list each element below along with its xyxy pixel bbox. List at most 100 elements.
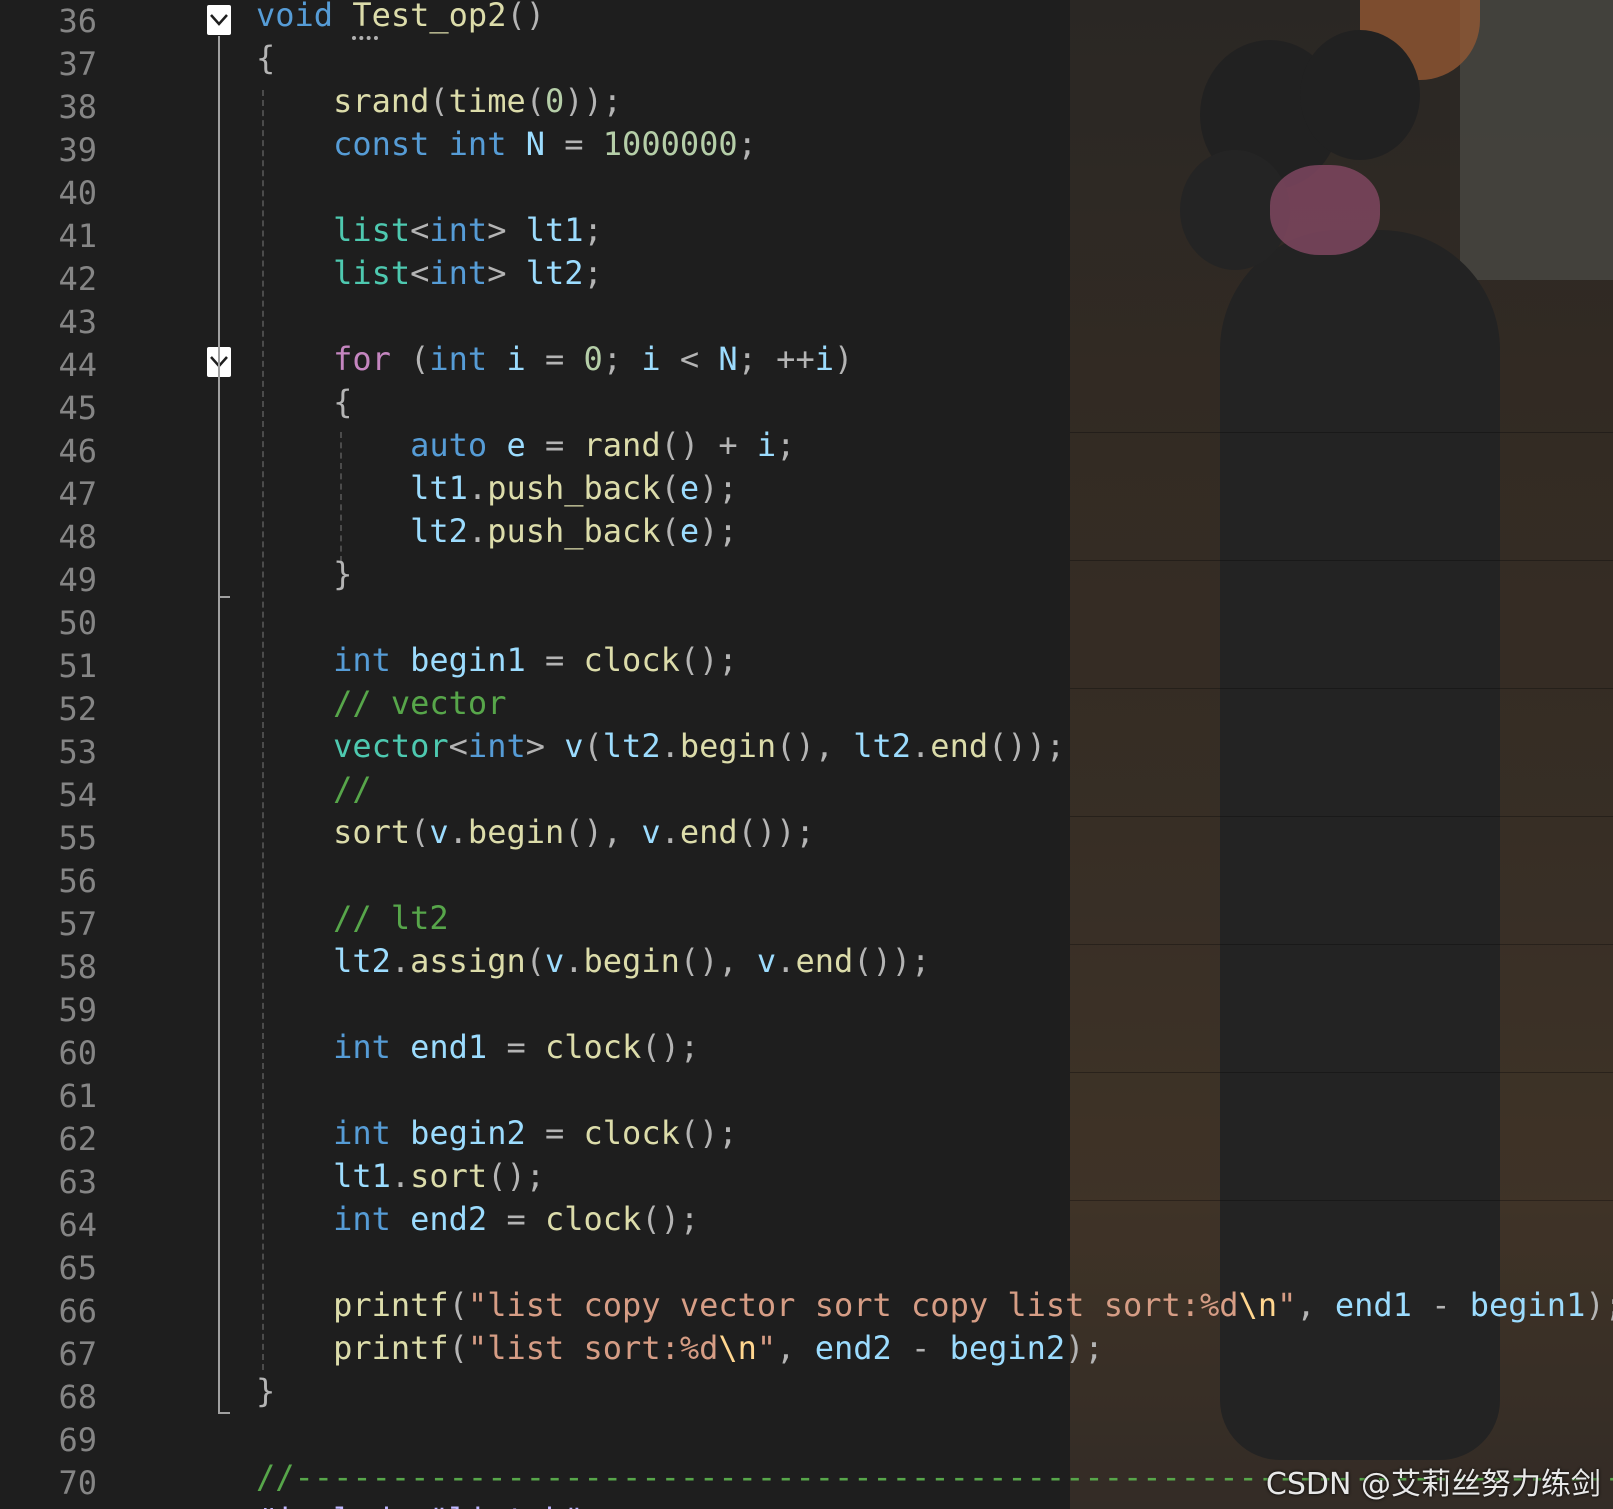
code-token: ; <box>737 340 757 378</box>
code-token: (), <box>679 942 738 980</box>
code-line[interactable]: int end2 = clock(); <box>256 1198 699 1241</box>
code-token: const <box>333 125 430 163</box>
code-token: v <box>641 813 661 851</box>
line-number: 38 <box>58 88 97 126</box>
code-line[interactable]: } <box>256 553 352 596</box>
code-token: < <box>410 211 430 249</box>
code-token: for <box>333 340 391 378</box>
code-line[interactable]: srand(time(0)); <box>256 80 622 123</box>
line-number: 50 <box>58 604 97 642</box>
line-number: 36 <box>58 2 97 40</box>
code-token: () <box>506 0 545 34</box>
code-token: . <box>467 469 488 507</box>
code-token: ; <box>583 211 603 249</box>
code-token: } <box>333 555 353 593</box>
code-token: > <box>487 211 507 249</box>
code-line[interactable]: lt1.push_back(e); <box>256 467 738 510</box>
code-token: printf <box>333 1286 449 1324</box>
line-number: 56 <box>58 862 97 900</box>
code-token: void <box>256 0 334 34</box>
code-token: 0 <box>544 82 565 120</box>
code-line[interactable]: int begin2 = clock(); <box>256 1112 738 1155</box>
code-token: ( <box>410 813 430 851</box>
code-line[interactable]: list<int> lt2; <box>256 252 603 295</box>
code-token: . <box>564 942 584 980</box>
code-line[interactable]: // lt2 <box>256 897 449 940</box>
fold-toggle-button[interactable] <box>207 5 231 35</box>
code-token: vector <box>333 727 449 765</box>
code-line[interactable]: int begin1 = clock(); <box>256 639 738 682</box>
code-line[interactable]: list<int> lt1; <box>256 209 603 252</box>
code-line[interactable]: printf("list sort:%d\n", end2 - begin2); <box>256 1327 1104 1370</box>
code-line[interactable]: lt2.assign(v.begin(), v.end()); <box>256 940 930 983</box>
code-token: auto <box>410 426 488 464</box>
code-token: . <box>390 942 411 980</box>
code-line[interactable]: for (int i = 0; i < N; ++i) <box>256 338 853 381</box>
code-token: N <box>718 340 738 378</box>
code-line[interactable]: lt1.sort(); <box>256 1155 545 1198</box>
code-line[interactable]: void Test_op2() <box>256 0 545 37</box>
code-line[interactable]: #include "list.h" <box>256 1499 584 1509</box>
code-token: { <box>333 383 353 421</box>
code-token: int <box>467 727 526 765</box>
code-token: i <box>506 340 526 378</box>
code-line[interactable]: const int N = 1000000; <box>256 123 757 166</box>
line-number: 40 <box>58 174 97 212</box>
code-token: = <box>506 1200 526 1238</box>
code-token: begin2 <box>410 1114 526 1152</box>
code-line[interactable]: auto e = rand() + i; <box>256 424 795 467</box>
line-number: 41 <box>58 217 97 255</box>
code-token: lt2 <box>333 942 391 980</box>
line-number: 51 <box>58 647 97 685</box>
code-token: = <box>544 1114 565 1152</box>
code-token: i <box>641 340 661 378</box>
code-line[interactable]: printf("list copy vector sort copy list … <box>256 1284 1613 1327</box>
code-token: = <box>544 340 565 378</box>
code-token: e <box>679 469 700 507</box>
code-token: ; <box>776 426 796 464</box>
code-token: ()); <box>988 727 1066 765</box>
code-token: assign <box>410 942 526 980</box>
code-line[interactable]: sort(v.begin(), v.end()); <box>256 811 815 854</box>
code-token: lt2 <box>853 727 912 765</box>
code-token: 0 <box>583 340 603 378</box>
code-token: lt2 <box>525 254 584 292</box>
line-number: 37 <box>58 45 97 83</box>
code-token: \n <box>1238 1286 1278 1324</box>
code-line[interactable]: int end1 = clock(); <box>256 1026 699 1069</box>
line-number: 49 <box>58 561 97 599</box>
code-token: ()); <box>737 813 815 851</box>
code-token: end <box>795 942 854 980</box>
line-number-gutter: 36 37 38 39 40 41 42 43 44 45 46 47 48 49 50 51 52 53 54 55… <box>0 0 150 1509</box>
code-line[interactable]: vector<int> v(lt2.begin(), lt2.end()); <box>256 725 1065 768</box>
code-line[interactable]: { <box>256 381 352 424</box>
code-token: int <box>333 641 391 679</box>
code-line[interactable]: lt2.push_back(e); <box>256 510 738 553</box>
code-token: begin <box>467 813 565 851</box>
code-token: ( <box>448 1329 468 1367</box>
code-token: ( <box>583 727 603 765</box>
code-token: clock <box>544 1200 642 1238</box>
code-token: < <box>448 727 468 765</box>
code-token: < <box>410 254 430 292</box>
code-token: end2 <box>410 1200 488 1238</box>
line-number: 61 <box>58 1077 97 1115</box>
code-token: = <box>564 125 584 163</box>
code-line[interactable]: // vector <box>256 682 506 725</box>
code-token: ); <box>1065 1329 1104 1367</box>
code-line[interactable]: // <box>256 768 372 811</box>
line-number: 69 <box>58 1421 97 1459</box>
code-token: begin <box>583 942 680 980</box>
line-number: 70 <box>58 1464 97 1502</box>
code-editor[interactable]: 36 37 38 39 40 41 42 43 44 45 46 47 48 49 50 51 52 53 54 55… <box>0 0 1613 1509</box>
line-number: 39 <box>58 131 97 169</box>
code-token: N <box>525 125 545 163</box>
line-number: 59 <box>58 991 97 1029</box>
line-number: 68 <box>58 1378 97 1416</box>
code-token: srand <box>333 82 430 120</box>
code-token: begin1 <box>410 641 526 679</box>
code-line[interactable]: { <box>256 37 275 80</box>
code-token: end <box>679 813 738 851</box>
code-line[interactable]: } <box>256 1370 275 1413</box>
code-token: ; <box>583 254 603 292</box>
